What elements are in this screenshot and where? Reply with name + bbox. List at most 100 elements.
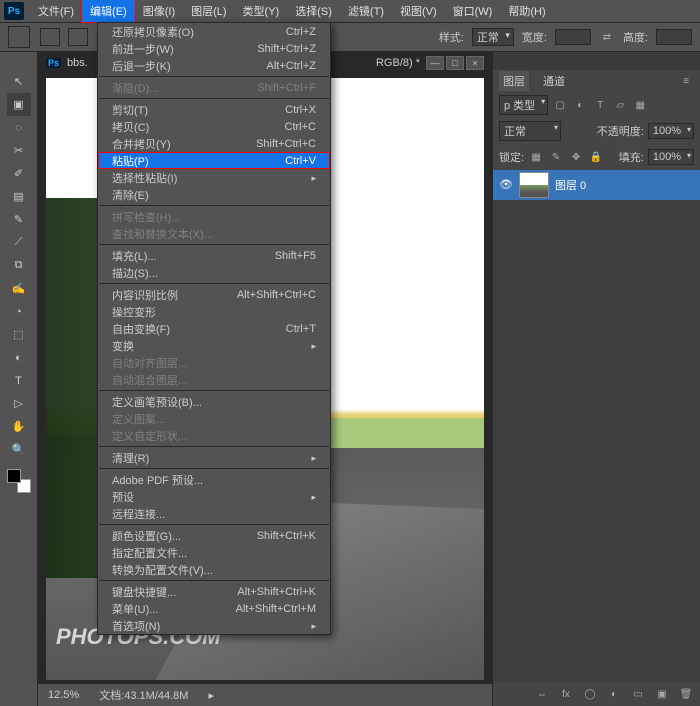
tool-stamp[interactable]: ⟋ — [7, 231, 31, 254]
fx-icon[interactable]: fx — [558, 686, 574, 702]
tool-history[interactable]: ⧉ — [7, 254, 31, 277]
blend-mode[interactable]: 正常 — [499, 121, 561, 141]
height-input[interactable] — [656, 29, 692, 45]
visibility-icon[interactable]: 👁 — [499, 178, 513, 192]
layer-thumbnail[interactable] — [519, 172, 549, 198]
menu-item-o[interactable]: 还原拷贝像素(O)Ctrl+Z — [98, 23, 330, 40]
filter-smart-icon[interactable]: ▦ — [632, 97, 648, 113]
menu-view[interactable]: 视图(V) — [392, 0, 445, 22]
filter-shape-icon[interactable]: ▱ — [612, 97, 628, 113]
option-box-1[interactable] — [40, 28, 60, 46]
menu-item-[interactable]: 内容识别比例Alt+Shift+Ctrl+C — [98, 286, 330, 303]
menu-item-c[interactable]: 拷贝(C)Ctrl+C — [98, 118, 330, 135]
layer-list: 👁 图层 0 — [493, 170, 700, 682]
style-select[interactable]: 正常 — [472, 28, 514, 46]
menu-image[interactable]: 图像(I) — [135, 0, 183, 22]
lock-row: 锁定: ▦ ✎ ✥ 🔒 填充: 100% — [493, 144, 700, 170]
lock-trans-icon[interactable]: ▦ — [528, 149, 544, 165]
menu-filter[interactable]: 滤镜(T) — [340, 0, 392, 22]
menu-item-[interactable]: 键盘快捷键...Alt+Shift+Ctrl+K — [98, 583, 330, 600]
tool-dodge[interactable]: ◐ — [7, 346, 31, 369]
tool-type[interactable]: T — [7, 369, 31, 392]
menu-item-w[interactable]: 前进一步(W)Shift+Ctrl+Z — [98, 40, 330, 57]
delete-icon[interactable]: 🗑 — [678, 686, 694, 702]
layer-filter-kind[interactable]: p 类型 — [499, 95, 548, 115]
menu-item-u[interactable]: 菜单(U)...Alt+Shift+Ctrl+M — [98, 600, 330, 617]
tool-eyedropper[interactable]: ✐ — [7, 162, 31, 185]
filter-img-icon[interactable]: ▢ — [552, 97, 568, 113]
menu-item-y[interactable]: 合并拷贝(Y)Shift+Ctrl+C — [98, 135, 330, 152]
menu-file[interactable]: 文件(F) — [30, 0, 82, 22]
maximize-btn[interactable]: □ — [446, 56, 464, 70]
menu-type[interactable]: 类型(Y) — [235, 0, 288, 22]
layer-row[interactable]: 👁 图层 0 — [493, 170, 700, 200]
width-input[interactable] — [555, 29, 591, 45]
style-label: 样式: — [439, 29, 464, 45]
color-swatch[interactable] — [7, 469, 31, 493]
tool-sidebar: ↖ ▣ ◌ ✂ ✐ ▤ ✎ ⟋ ⧉ ✍ ◔ ⬚ ◐ T ▷ ✋ 🔍 — [0, 52, 38, 706]
tool-marquee[interactable]: ▣ — [7, 93, 31, 116]
mask-icon[interactable]: ◯ — [582, 686, 598, 702]
filter-type-icon[interactable]: T — [592, 97, 608, 113]
menu-item-f[interactable]: 自由变换(F)Ctrl+T — [98, 320, 330, 337]
lock-all-icon[interactable]: 🔒 — [588, 149, 604, 165]
menu-item-adobepdf[interactable]: Adobe PDF 预设... — [98, 471, 330, 488]
menubar: Ps 文件(F) 编辑(E) 图像(I) 图层(L) 类型(Y) 选择(S) 滤… — [0, 0, 700, 22]
fill-value[interactable]: 100% — [648, 149, 694, 165]
filter-adj-icon[interactable]: ◐ — [572, 97, 588, 113]
tool-lasso[interactable]: ◌ — [7, 116, 31, 139]
tool-path[interactable]: ▷ — [7, 392, 31, 415]
tool-healing[interactable]: ▤ — [7, 185, 31, 208]
menu-item-k[interactable]: 后退一步(K)Alt+Ctrl+Z — [98, 57, 330, 74]
tab-layers[interactable]: 图层 — [499, 71, 529, 91]
close-btn[interactable]: × — [466, 56, 484, 70]
minimize-btn[interactable]: — — [426, 56, 444, 70]
tool-hand[interactable]: ✋ — [7, 415, 31, 438]
doc-status: 文档:43.1M/44.8M — [99, 687, 188, 703]
menu-item-g[interactable]: 颜色设置(G)...Shift+Ctrl+K — [98, 527, 330, 544]
lock-brush-icon[interactable]: ✎ — [548, 149, 564, 165]
tool-move[interactable]: ↖ — [7, 70, 31, 93]
menu-item-s[interactable]: 描边(S)... — [98, 264, 330, 281]
status-arrow-icon[interactable]: ▸ — [208, 689, 214, 702]
menu-item-l[interactable]: 填充(L)...Shift+F5 — [98, 247, 330, 264]
group-icon[interactable]: ▭ — [630, 686, 646, 702]
menu-item-e[interactable]: 清除(E) — [98, 186, 330, 203]
link-icon[interactable]: ⇄ — [599, 29, 615, 45]
menu-edit[interactable]: 编辑(E) — [82, 0, 135, 22]
link-layers-icon[interactable]: ⇔ — [534, 686, 550, 702]
menu-item-n[interactable]: 首选项(N) — [98, 617, 330, 634]
lock-move-icon[interactable]: ✥ — [568, 149, 584, 165]
tool-brush[interactable]: ✎ — [7, 208, 31, 231]
tool-zoom[interactable]: 🔍 — [7, 438, 31, 461]
menu-item-[interactable]: 指定配置文件... — [98, 544, 330, 561]
menu-layer[interactable]: 图层(L) — [183, 0, 234, 22]
menu-item-i[interactable]: 选择性粘贴(I) — [98, 169, 330, 186]
menu-item-: 定义图案... — [98, 410, 330, 427]
current-tool-icon[interactable] — [8, 26, 30, 48]
panel-menu-icon[interactable]: ≡ — [678, 73, 694, 89]
menu-item-[interactable]: 操控变形 — [98, 303, 330, 320]
menu-item-v[interactable]: 转换为配置文件(V)... — [98, 561, 330, 578]
menu-window[interactable]: 窗口(W) — [445, 0, 501, 22]
menu-item-[interactable]: 远程连接... — [98, 505, 330, 522]
tab-channels[interactable]: 通道 — [539, 71, 569, 91]
menu-item-p[interactable]: 粘贴(P)Ctrl+V — [98, 152, 330, 169]
menu-item-r[interactable]: 清理(R) — [98, 449, 330, 466]
menu-item-b[interactable]: 定义画笔预设(B)... — [98, 393, 330, 410]
adjustment-icon[interactable]: ◐ — [606, 686, 622, 702]
menu-item-[interactable]: 预设 — [98, 488, 330, 505]
option-box-2[interactable] — [68, 28, 88, 46]
tool-eraser[interactable]: ✍ — [7, 277, 31, 300]
menu-select[interactable]: 选择(S) — [287, 0, 340, 22]
menu-item-t[interactable]: 剪切(T)Ctrl+X — [98, 101, 330, 118]
menu-item-[interactable]: 变换 — [98, 337, 330, 354]
tool-gradient[interactable]: ◔ — [7, 300, 31, 323]
menu-help[interactable]: 帮助(H) — [500, 0, 553, 22]
layer-name[interactable]: 图层 0 — [555, 177, 586, 193]
tool-crop[interactable]: ✂ — [7, 139, 31, 162]
tool-blur[interactable]: ⬚ — [7, 323, 31, 346]
opacity-value[interactable]: 100% — [648, 123, 694, 139]
zoom-level[interactable]: 12.5% — [48, 689, 79, 701]
new-layer-icon[interactable]: ▣ — [654, 686, 670, 702]
